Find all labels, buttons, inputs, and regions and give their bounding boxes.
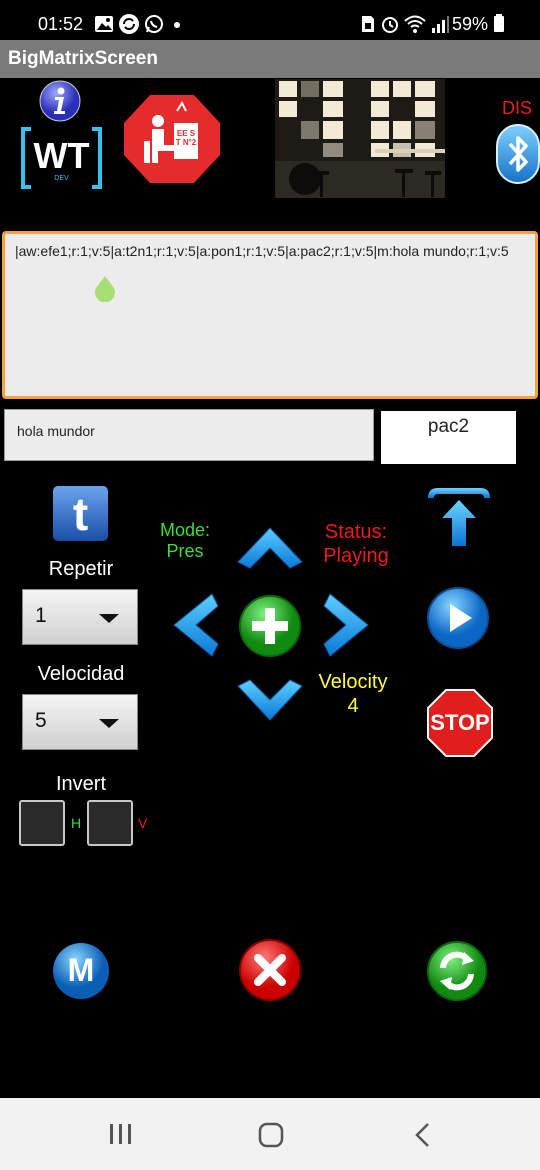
- speed-label: Velocidad: [37, 663, 125, 685]
- speed-dropdown[interactable]: 5: [22, 694, 138, 750]
- bluetooth-button[interactable]: [496, 124, 540, 184]
- home-icon[interactable]: [258, 1122, 284, 1148]
- close-icon: [239, 939, 301, 1001]
- invert-label: Invert: [55, 773, 107, 795]
- speed-value: 5: [35, 709, 47, 732]
- m-button-label: M: [67, 952, 95, 988]
- invert-h-checkbox[interactable]: [19, 800, 65, 846]
- chevron-down-icon: [99, 614, 119, 623]
- sync-icon: [119, 14, 139, 34]
- plus-icon: [239, 595, 301, 657]
- command-textarea[interactable]: |aw:efe1;r:1;v:5|a:t2n1;r:1;v:5|a:pon1;r…: [2, 231, 538, 399]
- school-badge-text: EE ST N°2: [175, 129, 197, 147]
- up-arrow-button[interactable]: [237, 527, 303, 569]
- refresh-icon: [427, 941, 487, 1001]
- repeat-dropdown[interactable]: 1: [22, 589, 138, 645]
- arrow-up-to-line-icon: [428, 488, 490, 546]
- info-button[interactable]: [39, 80, 81, 122]
- current-animation-label: pac2: [381, 411, 516, 464]
- play-icon: [427, 587, 489, 649]
- dot-icon: [174, 22, 180, 28]
- invert-h-label: H: [71, 815, 82, 831]
- tumblr-button[interactable]: t: [52, 485, 109, 542]
- bt-status: DIS: [502, 98, 533, 118]
- stop-label: STOP: [430, 710, 490, 735]
- battery-icon: [494, 14, 505, 32]
- whatsapp-icon: [145, 15, 163, 33]
- info-icon: [39, 80, 81, 122]
- t-button-label: t: [72, 488, 89, 540]
- status-icons-left: [94, 12, 186, 36]
- m-button[interactable]: M: [52, 942, 110, 1000]
- image-icon: [95, 16, 113, 32]
- refresh-button[interactable]: [426, 940, 488, 1002]
- stop-button[interactable]: STOP: [426, 688, 494, 758]
- matrix-preview-image: [275, 79, 445, 198]
- wt-logo-sub: DEV: [54, 175, 69, 182]
- battery-percent: 59%: [452, 14, 505, 35]
- school-badge-icon: [124, 95, 220, 183]
- recent-apps-icon[interactable]: [108, 1122, 134, 1146]
- invert-v-checkbox[interactable]: [87, 800, 133, 846]
- alarm-icon: [382, 17, 398, 33]
- center-plus-button[interactable]: [238, 594, 302, 658]
- signal-icon: [432, 16, 449, 33]
- text-cursor-handle-icon[interactable]: [94, 276, 116, 303]
- wifi-icon: [404, 15, 426, 33]
- close-button[interactable]: [238, 938, 302, 1002]
- repeat-value: 1: [35, 604, 47, 627]
- matrix-photo: [275, 79, 445, 198]
- chevron-down-icon: [99, 719, 119, 728]
- left-arrow-button[interactable]: [173, 593, 219, 657]
- upload-button[interactable]: [424, 484, 494, 548]
- wt-logo-text: WT: [33, 135, 90, 176]
- status-time: 01:52: [38, 14, 84, 34]
- wt-dev-logo[interactable]: WT DEV: [19, 125, 104, 191]
- status-icons-right: [360, 12, 450, 36]
- right-arrow-button[interactable]: [323, 593, 369, 657]
- school-logo: EE ST N°2 JUNÍN: [122, 93, 222, 185]
- velocity-value: 4: [347, 695, 359, 717]
- message-input[interactable]: hola mundor: [4, 409, 374, 461]
- sim-icon: [362, 16, 374, 32]
- school-badge-sub: JUNÍN: [179, 160, 195, 166]
- play-button[interactable]: [426, 586, 490, 650]
- back-icon[interactable]: [412, 1122, 434, 1148]
- bluetooth-icon: [496, 124, 540, 184]
- invert-v-label: V: [138, 815, 148, 831]
- down-arrow-button[interactable]: [237, 679, 303, 721]
- app-title: BigMatrixScreen: [8, 48, 158, 69]
- velocity-label: Velocity: [318, 671, 388, 693]
- repeat-label: Repetir: [48, 558, 114, 580]
